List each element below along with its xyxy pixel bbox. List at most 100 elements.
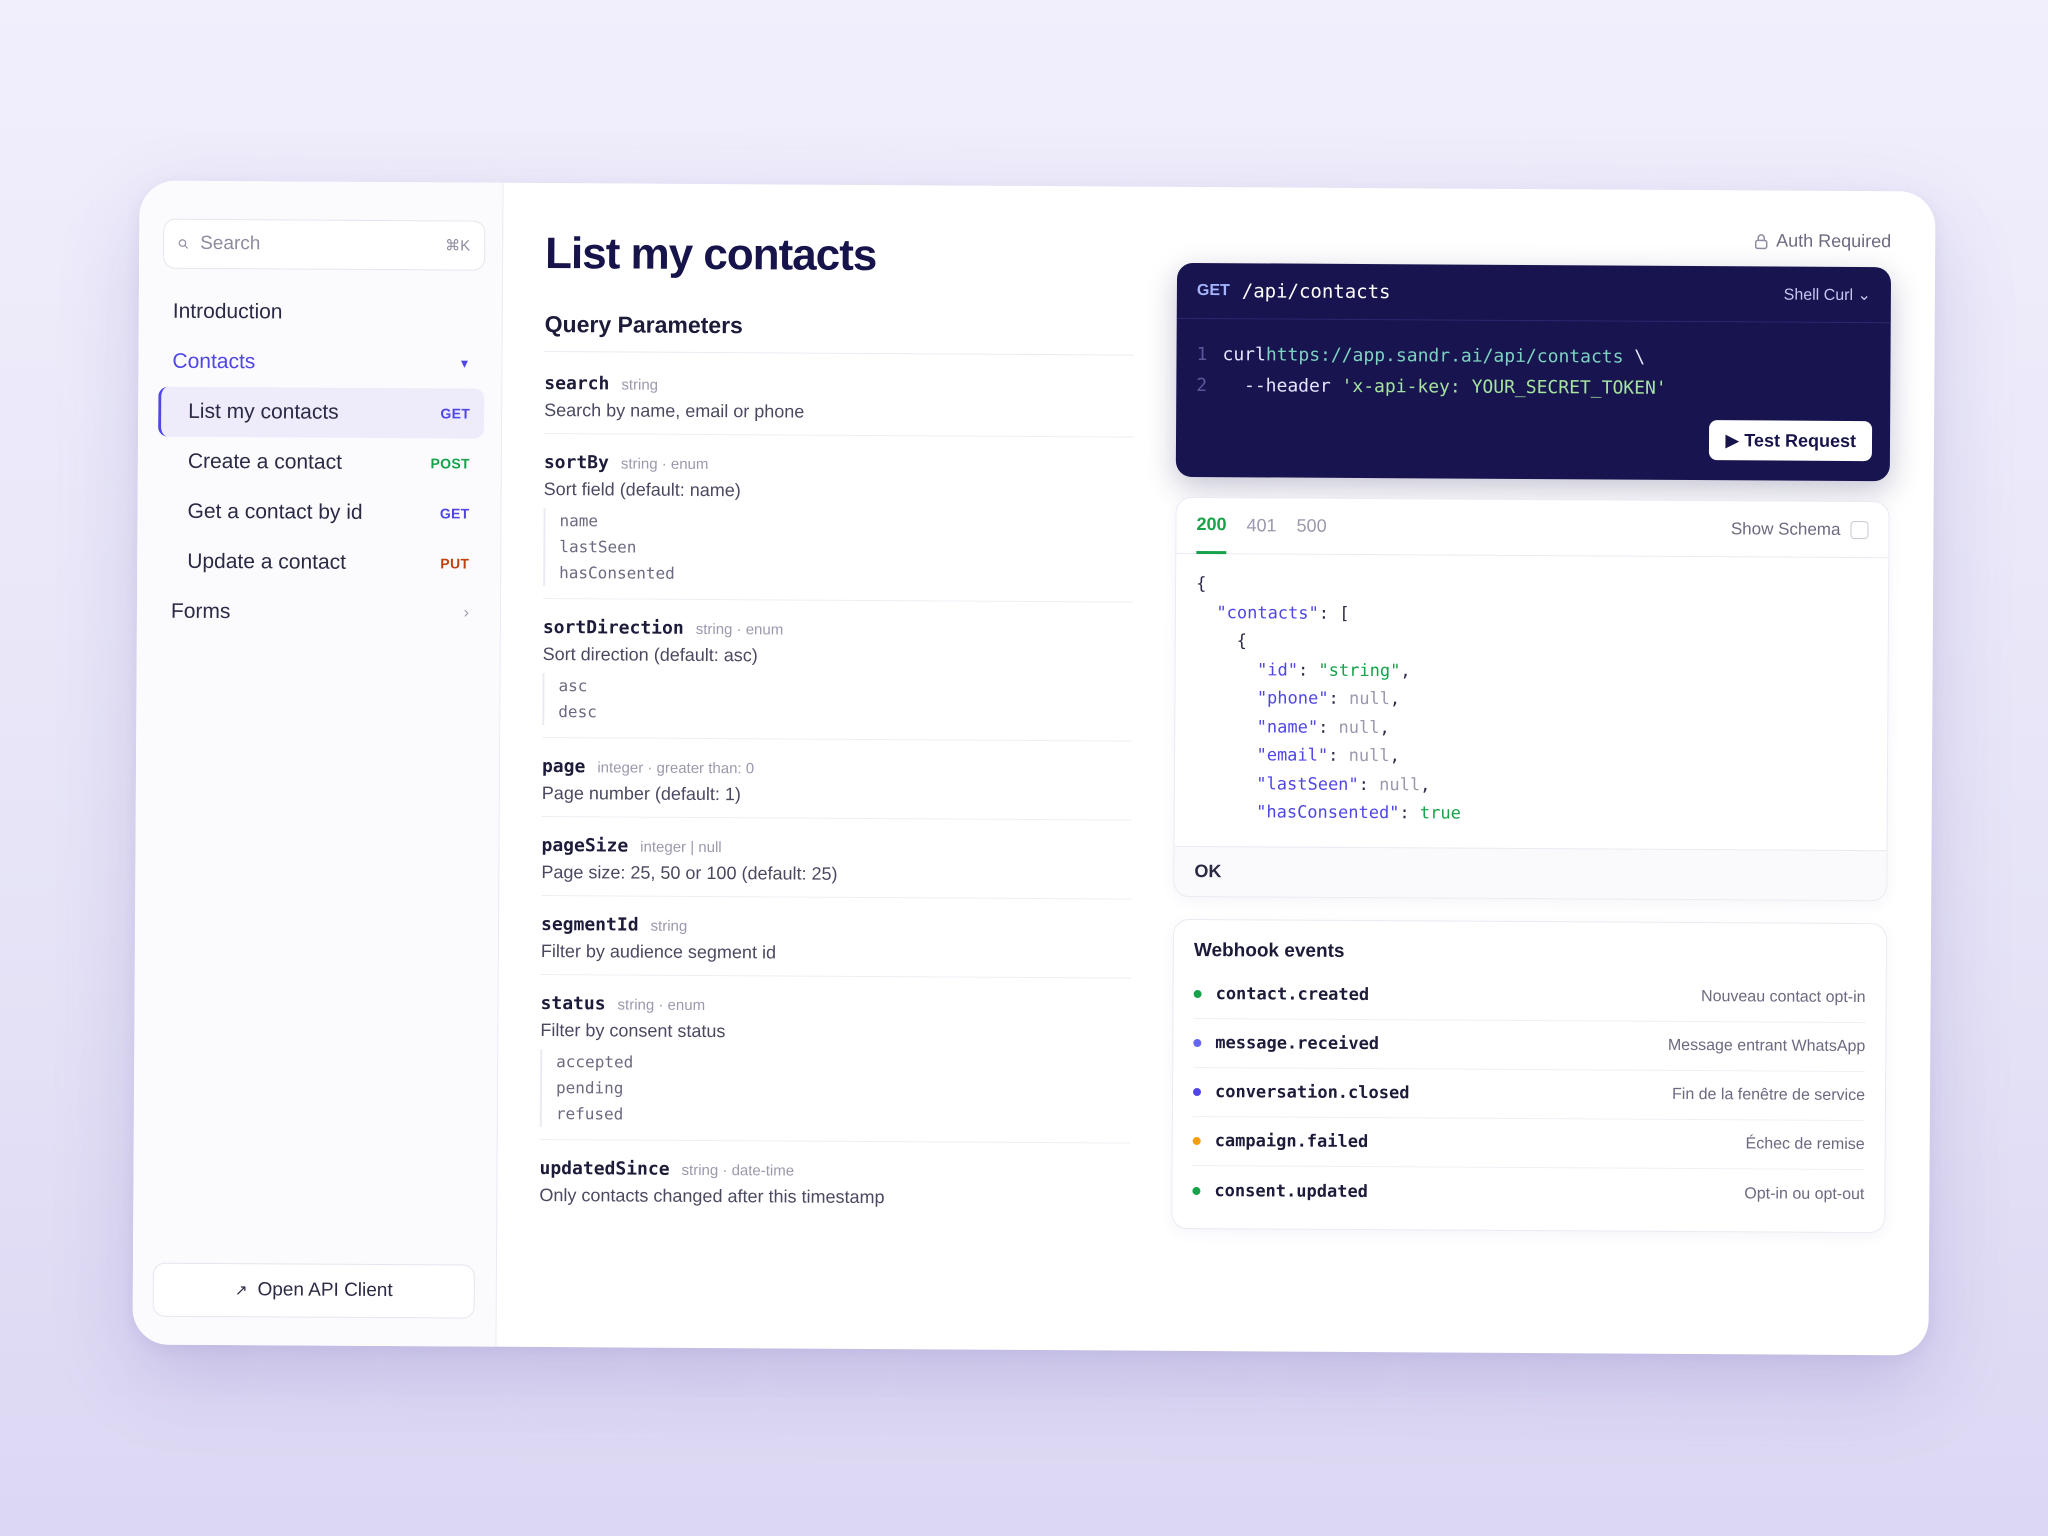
response-status: OK [1174, 845, 1887, 901]
webhook-desc: Opt-in ou opt-out [1744, 1184, 1865, 1203]
search-box[interactable]: ⌘K [163, 218, 486, 271]
sidebar-item-forms[interactable]: Forms › [157, 587, 483, 639]
param-type: integer · greater than: 0 [597, 759, 755, 778]
response-panel: 200 401 500 Show Schema { "contacts": [ … [1173, 496, 1890, 902]
param-row: sortDirection string · enum Sort directi… [542, 612, 1133, 742]
sidebar-item-get-contact[interactable]: Get a contact by id GET [157, 487, 483, 539]
sidebar-item-label: Contacts [172, 349, 256, 374]
param-row: search string Search by name, email or p… [544, 369, 1135, 438]
webhook-name: consent.updated [1214, 1180, 1369, 1202]
sidebar-item-label: Forms [170, 599, 231, 624]
lock-icon [1754, 233, 1768, 249]
code-header: GET /api/contacts Shell Curl ⌄ [1176, 262, 1892, 324]
param-name: sortDirection [542, 616, 684, 639]
param-desc: Only contacts changed after this timesta… [539, 1184, 885, 1208]
enum-value: name [559, 511, 599, 531]
language-selector[interactable]: Shell Curl ⌄ [1784, 284, 1871, 305]
method-badge: GET [440, 405, 471, 422]
param-type: string · enum [695, 620, 784, 639]
webhook-row: conversation.closed Fin de la fenêtre de… [1192, 1067, 1866, 1122]
enum-value: pending [555, 1078, 624, 1098]
tab-200[interactable]: 200 [1196, 497, 1227, 554]
code-flag: --header [1222, 375, 1342, 397]
tab-500[interactable]: 500 [1296, 498, 1327, 554]
main-content: List my contacts Query Parameters search… [538, 183, 1145, 1351]
enum-value: refused [555, 1104, 624, 1124]
json-value: null [1379, 774, 1421, 795]
sidebar-item-update-contact[interactable]: Update a contact PUT [157, 537, 483, 589]
page-title: List my contacts [544, 229, 877, 281]
param-name: search [544, 373, 610, 395]
sidebar-item-label: Introduction [172, 299, 283, 324]
enum-values: accepted pending refused [539, 1048, 1131, 1131]
caret-down-icon: ▼ [458, 356, 471, 371]
sidebar-item-list-contacts[interactable]: List my contacts GET [158, 386, 485, 439]
code-sample: GET /api/contacts Shell Curl ⌄ 1 curl ht… [1175, 262, 1892, 482]
sidebar-item-introduction[interactable]: Introduction [159, 287, 485, 339]
divider [544, 351, 1135, 356]
webhook-desc: Échec de remise [1745, 1135, 1865, 1154]
tab-401[interactable]: 401 [1246, 498, 1276, 554]
api-docs-window: ⌘K Introduction Contacts ▼ List my conta… [132, 180, 1936, 1356]
json-key: "lastSeen" [1256, 773, 1359, 795]
webhook-desc: Fin de la fenêtre de service [1671, 1085, 1866, 1105]
json-key: "phone" [1256, 688, 1329, 709]
webhook-desc: Nouveau contact opt-in [1701, 988, 1866, 1007]
json-key: "id" [1256, 659, 1299, 681]
webhook-row: message.received Message entrant WhatsAp… [1193, 1018, 1866, 1073]
response-tabs: 200 401 500 Show Schema [1176, 497, 1889, 559]
status-dot [1193, 1038, 1202, 1048]
param-row: pageSize integer | null Page size: 25, 5… [541, 830, 1132, 900]
status-dot [1192, 1087, 1202, 1097]
json-key: "hasConsented" [1256, 802, 1400, 824]
auth-required: Auth Required [1754, 230, 1891, 252]
arrow-up-right-icon: ↗ [234, 1282, 248, 1300]
params-list: search string Search by name, email or p… [539, 369, 1135, 1236]
code-url: https://app.sandr.ai/api/contacts [1265, 344, 1624, 368]
json-value: null [1348, 745, 1390, 767]
sidebar-item-label: List my contacts [188, 399, 339, 424]
json-key: "name" [1256, 716, 1319, 738]
param-name: page [541, 755, 586, 778]
param-name: pageSize [541, 834, 629, 857]
param-name: updatedSince [539, 1157, 670, 1180]
param-desc: Sort field (default: name) [543, 478, 741, 501]
param-desc: Filter by audience segment id [540, 940, 777, 963]
json-value: null [1348, 688, 1391, 710]
method-badge: POST [430, 455, 470, 472]
webhook-desc: Message entrant WhatsApp [1667, 1036, 1866, 1056]
search-input[interactable] [200, 232, 446, 257]
enum-values: asc desc [542, 672, 1133, 729]
method-badge: PUT [440, 555, 470, 572]
request-path: /api/contacts [1241, 279, 1391, 303]
sidebar-item-label: Get a contact by id [187, 499, 363, 524]
param-name: segmentId [540, 913, 639, 936]
param-desc: Page number (default: 1) [541, 782, 742, 805]
search-icon [178, 239, 189, 249]
open-api-client-button[interactable]: ↗ Open API Client [152, 1262, 475, 1319]
sidebar-item-create-contact[interactable]: Create a contact POST [158, 437, 484, 489]
param-type: integer | null [640, 838, 722, 857]
request-panel: Auth Required GET /api/contacts Shell Cu… [1170, 187, 1891, 1355]
param-desc: Sort direction (default: asc) [542, 643, 758, 666]
show-schema-toggle[interactable]: Show Schema [1731, 519, 1869, 540]
param-desc: Filter by consent status [540, 1019, 726, 1042]
webhook-row: contact.created Nouveau contact opt-in [1193, 969, 1866, 1024]
sidebar-item-contacts[interactable]: Contacts ▼ [158, 337, 484, 389]
open-api-client-label: Open API Client [257, 1279, 393, 1302]
search-shortcut: ⌘K [445, 237, 471, 255]
test-request-button[interactable]: ▶ Test Request [1709, 420, 1873, 462]
param-desc: Page size: 25, 50 or 100 (default: 25) [541, 861, 838, 884]
webhook-title: Webhook events [1193, 939, 1345, 962]
param-row: updatedSince string · date-time Only con… [539, 1154, 1129, 1222]
enum-value: desc [558, 702, 597, 722]
show-schema-checkbox[interactable] [1850, 520, 1869, 539]
param-type: string · enum [620, 455, 709, 474]
code-line: 1 curl https://app.sandr.ai/api/contacts… [1196, 339, 1870, 374]
webhook-name: conversation.closed [1214, 1082, 1410, 1104]
enum-value: lastSeen [559, 537, 637, 557]
enum-value: asc [558, 676, 588, 696]
request-method: GET [1196, 281, 1230, 299]
section-title: Query Parameters [544, 311, 743, 339]
webhook-name: contact.created [1215, 984, 1370, 1006]
